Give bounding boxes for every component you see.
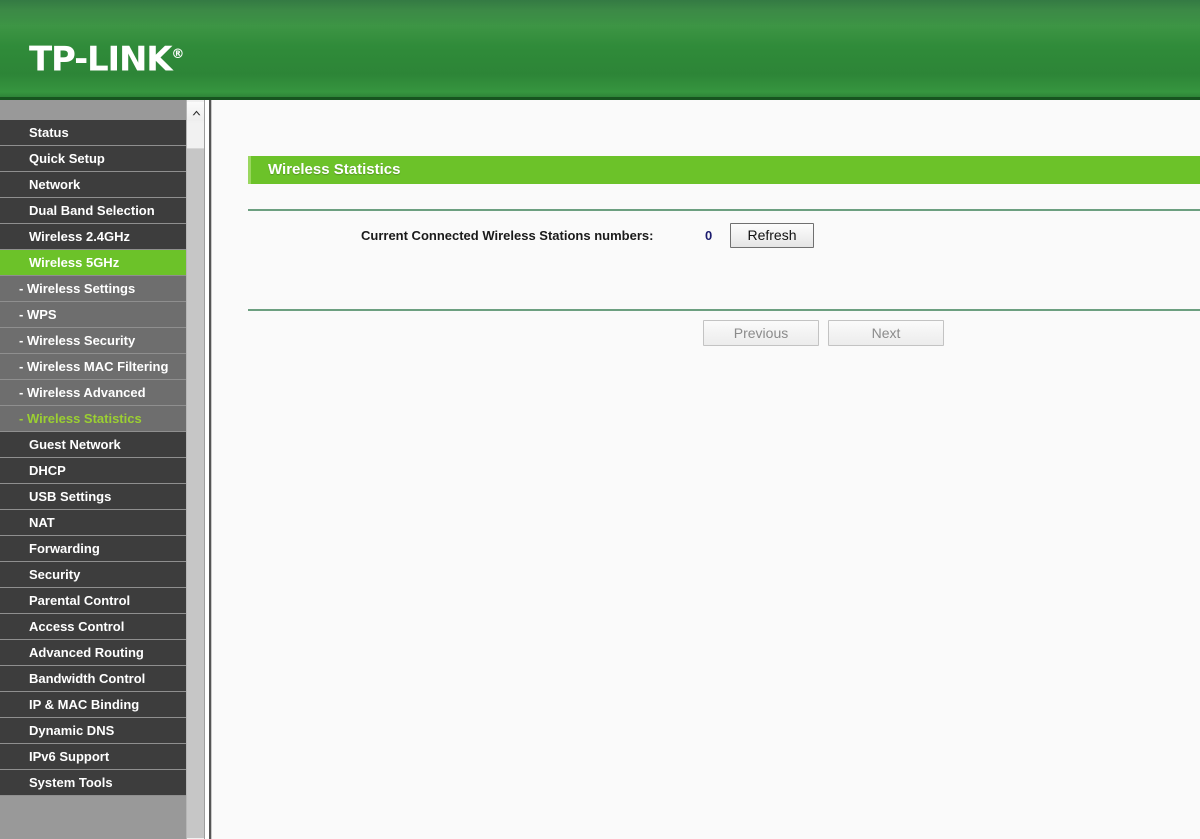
scrollbar-up-button[interactable]	[187, 102, 204, 121]
sidebar-top-spacer	[0, 100, 186, 120]
sidebar-item-advanced-routing[interactable]: Advanced Routing	[0, 640, 186, 666]
sidebar-item-dual-band-selection[interactable]: Dual Band Selection	[0, 198, 186, 224]
sidebar-item-system-tools[interactable]: System Tools	[0, 770, 186, 796]
sidebar-item-ip-mac-binding[interactable]: IP & MAC Binding	[0, 692, 186, 718]
sidebar-item-usb-settings[interactable]: USB Settings	[0, 484, 186, 510]
previous-button[interactable]: Previous	[703, 320, 819, 346]
sidebar-item-dynamic-dns[interactable]: Dynamic DNS	[0, 718, 186, 744]
page-header: TP-LINK®	[0, 0, 1200, 100]
sidebar-menu: Status Quick Setup Network Dual Band Select…	[0, 100, 186, 839]
sidebar-scrollbar[interactable]	[186, 100, 205, 839]
sidebar-item-wireless-settings[interactable]: - Wireless Settings	[0, 276, 186, 302]
sidebar-item-access-control[interactable]: Access Control	[0, 614, 186, 640]
sidebar-item-wireless-advanced[interactable]: - Wireless Advanced	[0, 380, 186, 406]
divider-bottom	[248, 309, 1200, 311]
sidebar-item-forwarding[interactable]: Forwarding	[0, 536, 186, 562]
sidebar-item-bandwidth-control[interactable]: Bandwidth Control	[0, 666, 186, 692]
sidebar-item-guest-network[interactable]: Guest Network	[0, 432, 186, 458]
sidebar-item-network[interactable]: Network	[0, 172, 186, 198]
sidebar-item-wireless-security[interactable]: - Wireless Security	[0, 328, 186, 354]
divider-top	[248, 209, 1200, 211]
chevron-up-icon	[192, 110, 201, 116]
body-region: Status Quick Setup Network Dual Band Select…	[0, 100, 1200, 839]
page-title: Wireless Statistics	[268, 161, 401, 178]
registered-trademark-icon: ®	[171, 47, 185, 62]
tplink-logo: TP-LINK®	[29, 36, 184, 78]
sidebar-item-wps[interactable]: - WPS	[0, 302, 186, 328]
stations-count-value: 0	[705, 228, 713, 243]
sidebar-item-wireless-statistics[interactable]: - Wireless Statistics	[0, 406, 186, 432]
sidebar-item-wireless-mac-filtering[interactable]: - Wireless MAC Filtering	[0, 354, 186, 380]
next-button[interactable]: Next	[828, 320, 944, 346]
header-inner: TP-LINK®	[0, 0, 1200, 100]
page-title-bar: Wireless Statistics	[248, 156, 1200, 184]
sidebar-item-ipv6-support[interactable]: IPv6 Support	[0, 744, 186, 770]
sidebar-item-dhcp[interactable]: DHCP	[0, 458, 186, 484]
sidebar-item-wireless-5ghz[interactable]: Wireless 5GHz	[0, 250, 186, 276]
sidebar-menu-list: Status Quick Setup Network Dual Band Select…	[0, 120, 186, 796]
scrollbar-thumb[interactable]	[187, 148, 204, 838]
content-panel: Wireless Statistics Current Connected Wi…	[211, 100, 1200, 839]
sidebar-item-security[interactable]: Security	[0, 562, 186, 588]
sidebar-item-status[interactable]: Status	[0, 120, 186, 146]
sidebar-item-parental-control[interactable]: Parental Control	[0, 588, 186, 614]
scrollbar-track[interactable]	[187, 123, 204, 839]
stations-row: Current Connected Wireless Stations numb…	[212, 220, 1200, 260]
refresh-button[interactable]: Refresh	[730, 223, 814, 248]
router-admin-page: TP-LINK® Status Quick Setup Network Dual Ba…	[0, 0, 1200, 839]
tplink-logo-text: TP-LINK	[29, 39, 173, 80]
stations-label: Current Connected Wireless Stations numb…	[361, 228, 654, 243]
pagination-controls: Previous Next	[212, 320, 1200, 352]
sidebar-item-wireless-2-4ghz[interactable]: Wireless 2.4GHz	[0, 224, 186, 250]
sidebar-item-quick-setup[interactable]: Quick Setup	[0, 146, 186, 172]
sidebar-item-nat[interactable]: NAT	[0, 510, 186, 536]
